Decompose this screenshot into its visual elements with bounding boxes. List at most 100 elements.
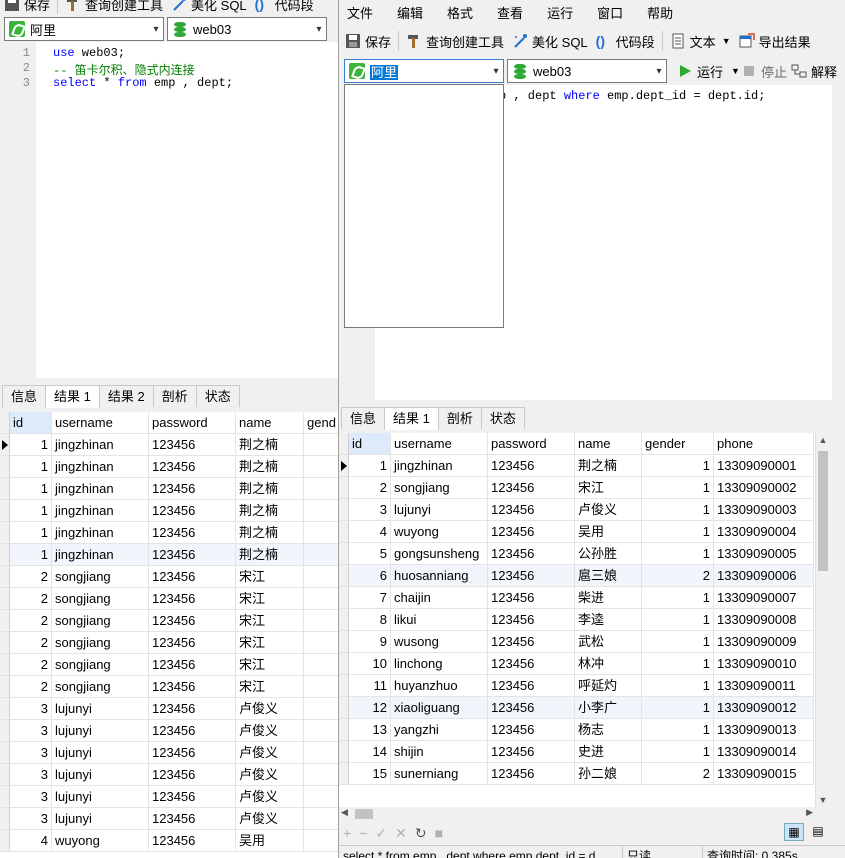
table-cell[interactable]: 荆之楠	[236, 456, 304, 478]
table-cell[interactable]: 13309090014	[714, 741, 814, 763]
table-cell[interactable]: 1	[10, 500, 52, 522]
table-cell[interactable]: 李逵	[575, 609, 642, 631]
table-cell[interactable]: 9	[349, 631, 391, 653]
connection-select[interactable]: 阿里 ▾	[344, 59, 504, 83]
table-cell[interactable]: 123456	[149, 500, 236, 522]
table-cell[interactable]: 1	[642, 521, 714, 543]
result-horizontal-scrollbar[interactable]: ◀ ▶	[339, 807, 815, 821]
delete-record-icon[interactable]: −	[359, 825, 367, 841]
table-cell[interactable]: 13309090003	[714, 499, 814, 521]
table-cell[interactable]: 123456	[149, 698, 236, 720]
table-cell[interactable]: 1	[642, 719, 714, 741]
table-cell[interactable]: 4	[349, 521, 391, 543]
table-cell[interactable]: 3	[349, 499, 391, 521]
table-cell[interactable]	[304, 566, 338, 588]
table-cell[interactable]: jingzhinan	[52, 456, 149, 478]
left-snippet-button[interactable]: () 代码段	[251, 0, 318, 16]
table-cell[interactable]: 11	[349, 675, 391, 697]
tab-4[interactable]: 状态	[195, 385, 240, 407]
table-cell[interactable]: 13309090002	[714, 477, 814, 499]
table-cell[interactable]: 杨志	[575, 719, 642, 741]
table-cell[interactable]: 1	[10, 522, 52, 544]
table-cell[interactable]: 123456	[488, 675, 575, 697]
table-cell[interactable]: 1	[642, 675, 714, 697]
table-cell[interactable]	[304, 808, 338, 830]
scroll-down-icon[interactable]: ▼	[816, 795, 830, 805]
table-cell[interactable]: 吴用	[236, 830, 304, 852]
table-cell[interactable]: 荆之楠	[236, 478, 304, 500]
menu-item-0[interactable]: 文件	[339, 0, 385, 28]
table-cell[interactable]: 123456	[149, 478, 236, 500]
table-cell[interactable]: 123456	[488, 763, 575, 785]
table-cell[interactable]: 7	[349, 587, 391, 609]
table-cell[interactable]: 13309090008	[714, 609, 814, 631]
grid-view-icon[interactable]: ▦	[784, 823, 804, 841]
add-record-icon[interactable]: +	[343, 825, 351, 841]
table-cell[interactable]: xiaoliguang	[391, 697, 488, 719]
column-header-3[interactable]: name	[575, 433, 642, 455]
query-builder-button[interactable]: 查询创建工具	[402, 29, 508, 53]
beautify-sql-button[interactable]: 美化 SQL	[508, 29, 592, 53]
table-cell[interactable]: 13309090015	[714, 763, 814, 785]
apply-check-icon[interactable]: ✓	[375, 825, 387, 842]
table-cell[interactable]: 1	[10, 544, 52, 566]
table-cell[interactable]: 呼延灼	[575, 675, 642, 697]
tab-2[interactable]: 结果 2	[98, 385, 154, 407]
table-cell[interactable]: 宋江	[575, 477, 642, 499]
table-cell[interactable]: 柴进	[575, 587, 642, 609]
table-row[interactable]: 5 gongsunsheng 123456 公孙胜 1 13309090005	[339, 543, 814, 565]
table-row[interactable]: 1 jingzhinan 123456 荆之楠	[0, 456, 338, 478]
table-cell[interactable]: songjiang	[52, 654, 149, 676]
table-cell[interactable]: 1	[642, 741, 714, 763]
table-cell[interactable]: 123456	[149, 456, 236, 478]
table-cell[interactable]	[304, 434, 338, 456]
table-cell[interactable]: 8	[349, 609, 391, 631]
table-cell[interactable]: 2	[10, 588, 52, 610]
table-row[interactable]: 2 songjiang 123456 宋江	[0, 676, 338, 698]
table-cell[interactable]: 1	[642, 499, 714, 521]
table-cell[interactable]: 2	[10, 632, 52, 654]
table-row[interactable]: 2 songjiang 123456 宋江	[0, 632, 338, 654]
table-cell[interactable]: 13309090005	[714, 543, 814, 565]
table-cell[interactable]: 3	[10, 786, 52, 808]
table-cell[interactable]: 6	[349, 565, 391, 587]
table-cell[interactable]: 123456	[488, 653, 575, 675]
table-cell[interactable]: 2	[10, 610, 52, 632]
table-cell[interactable]: 123456	[488, 543, 575, 565]
column-header-0[interactable]: id	[349, 433, 391, 455]
column-header-1[interactable]: username	[391, 433, 488, 455]
table-cell[interactable]	[304, 522, 338, 544]
table-cell[interactable]: 林冲	[575, 653, 642, 675]
result-vertical-scrollbar[interactable]: ▲ ▼	[815, 433, 829, 807]
table-cell[interactable]	[304, 478, 338, 500]
explain-button[interactable]: 解释	[787, 59, 841, 83]
table-cell[interactable]	[304, 786, 338, 808]
table-cell[interactable]: 3	[10, 698, 52, 720]
tab-3[interactable]: 剖析	[152, 385, 197, 407]
table-row[interactable]: 15 sunerniang 123456 孙二娘 2 13309090015	[339, 763, 814, 785]
table-cell[interactable]: 13309090007	[714, 587, 814, 609]
table-cell[interactable]: 13309090012	[714, 697, 814, 719]
tab-0[interactable]: 信息	[341, 407, 386, 429]
table-cell[interactable]: 1	[10, 434, 52, 456]
left-save-button[interactable]: 保存	[0, 0, 54, 16]
table-cell[interactable]: 14	[349, 741, 391, 763]
table-cell[interactable]: 2	[10, 654, 52, 676]
table-cell[interactable]: 2	[642, 565, 714, 587]
table-cell[interactable]: songjiang	[52, 566, 149, 588]
table-cell[interactable]: lujunyi	[52, 742, 149, 764]
table-cell[interactable]: 123456	[149, 632, 236, 654]
refresh-icon[interactable]: ↻	[415, 825, 427, 842]
left-sql-editor[interactable]: 123 use web03; -- 笛卡尔积、隐式内连接 select * from…	[0, 42, 338, 378]
table-cell[interactable]: 1	[642, 543, 714, 565]
table-row[interactable]: 2 songjiang 123456 宋江	[0, 610, 338, 632]
table-cell[interactable]	[304, 764, 338, 786]
table-cell[interactable]: 卢俊义	[236, 720, 304, 742]
tab-1[interactable]: 结果 1	[45, 385, 100, 408]
column-header-4[interactable]: gender	[642, 433, 714, 455]
scroll-left-icon[interactable]: ◀	[341, 807, 348, 818]
table-cell[interactable]: lujunyi	[52, 786, 149, 808]
table-cell[interactable]: jingzhinan	[52, 434, 149, 456]
tab-1[interactable]: 结果 1	[384, 407, 439, 430]
table-cell[interactable]: 荆之楠	[236, 522, 304, 544]
